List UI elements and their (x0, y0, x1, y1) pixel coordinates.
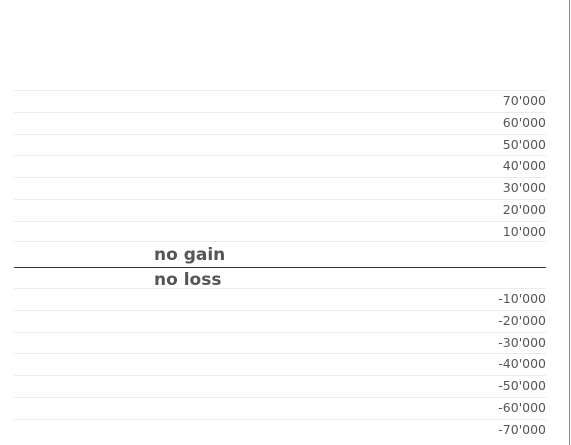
y-tick-label: 20'000 (502, 202, 546, 217)
gridline (14, 241, 546, 242)
gridline (14, 332, 546, 333)
zero-baseline (14, 267, 546, 268)
y-tick-label: -50'000 (498, 378, 546, 393)
y-tick-label: -10'000 (498, 291, 546, 306)
gridline (14, 221, 546, 222)
chart-container: 70'000 60'000 50'000 40'000 30'000 20'000 10'0… (0, 0, 571, 445)
no-gain-label: no gain (154, 245, 226, 265)
gridline (14, 353, 546, 354)
y-tick-label: 50'000 (502, 137, 546, 152)
gridline (14, 177, 546, 178)
gridline (14, 419, 546, 420)
gridline (14, 155, 546, 156)
y-tick-label: 60'000 (502, 115, 546, 130)
gridline (14, 310, 546, 311)
gridline (14, 375, 546, 376)
y-tick-label: -30'000 (498, 335, 546, 350)
gridline (14, 199, 546, 200)
y-tick-label: -60'000 (498, 400, 546, 415)
gridline (14, 112, 546, 113)
gridline (14, 288, 546, 289)
gridline (14, 397, 546, 398)
y-tick-label: 10'000 (502, 224, 546, 239)
y-tick-label: -40'000 (498, 356, 546, 371)
y-tick-label: 70'000 (502, 93, 546, 108)
gridline (14, 90, 546, 91)
no-loss-label: no loss (154, 270, 222, 290)
y-tick-label: -70'000 (498, 422, 546, 437)
y-tick-label: -20'000 (498, 313, 546, 328)
right-border (569, 0, 570, 445)
y-tick-label: 40'000 (502, 158, 546, 173)
gridline (14, 134, 546, 135)
y-tick-label: 30'000 (502, 180, 546, 195)
